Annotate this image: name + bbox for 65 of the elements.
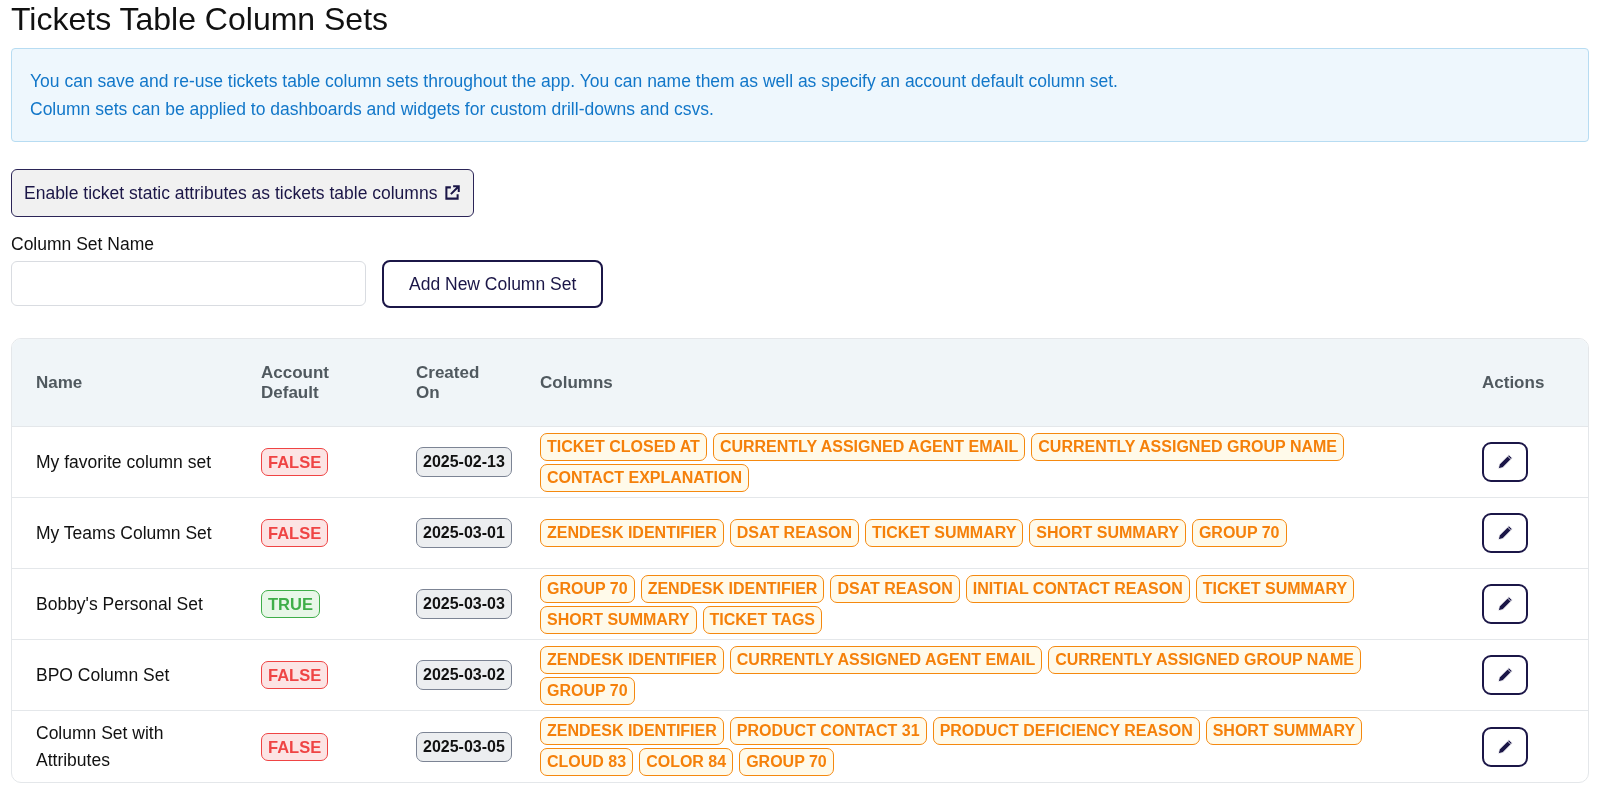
column-tag: PRODUCT CONTACT 31 (729, 717, 927, 745)
info-text: Column sets can be applied to dashboards and widgets for custom drill-downs and csvs. (30, 98, 715, 121)
column-tag: SHORT SUMMARY (1029, 519, 1186, 548)
edit-button[interactable] (1482, 513, 1528, 554)
column-tag: CURRENTLY ASSIGNED GROUP NAME (1031, 432, 1344, 461)
set-name: BPO Column Set (36, 664, 170, 688)
column-tag: GROUP 70 (739, 748, 834, 776)
date-badge: 2025-02-13 (416, 447, 512, 478)
column-tag: INITIAL CONTACT REASON (965, 574, 1190, 603)
set-name: My favorite column set (36, 451, 212, 475)
pencil-icon (1496, 666, 1514, 685)
column-tag: GROUP 70 (1191, 519, 1287, 548)
column-tag: TICKET TAGS (702, 605, 822, 634)
edit-button[interactable] (1482, 655, 1528, 696)
column-tag: ZENDESK IDENTIFIER (540, 717, 724, 745)
date-badge: 2025-03-05 (416, 731, 512, 762)
default-badge: FALSE (261, 448, 329, 477)
column-header: Created On (416, 362, 481, 403)
column-tag: TICKET SUMMARY (865, 519, 1024, 548)
external-link-icon (443, 184, 462, 203)
date-badge: 2025-03-03 (416, 589, 512, 620)
column-tag: CURRENTLY ASSIGNED AGENT EMAIL (712, 432, 1026, 461)
column-tag: CLOUD 83 (540, 748, 634, 776)
column-tag: TICKET CLOSED AT (540, 432, 707, 461)
default-badge: FALSE (261, 519, 329, 548)
info-text: You can save and re-use tickets table column sets throughout the app. You can name them as well as specify an account default column set. (30, 70, 1119, 93)
page-title: Tickets Table Column Sets (11, 0, 390, 38)
date-badge: 2025-03-01 (416, 518, 512, 549)
column-tag: CURRENTLY ASSIGNED AGENT EMAIL (729, 645, 1043, 674)
column-header: Columns (540, 372, 613, 393)
default-badge: FALSE (261, 732, 329, 761)
column-tag: ZENDESK IDENTIFIER (640, 574, 825, 603)
enable-attributes-button[interactable]: Enable ticket static attributes as tickets table columns (11, 169, 475, 218)
default-badge: FALSE (261, 661, 329, 690)
set-name: Bobby's Personal Set (36, 593, 203, 617)
column-tag: PRODUCT DEFICIENCY REASON (932, 717, 1200, 745)
pencil-icon (1496, 524, 1514, 543)
column-tag: ZENDESK IDENTIFIER (540, 645, 724, 674)
column-tag: TICKET SUMMARY (1195, 574, 1355, 603)
pencil-icon (1496, 737, 1514, 756)
column-tag: DSAT REASON (830, 574, 960, 603)
column-tag: SHORT SUMMARY (540, 605, 697, 634)
column-tag: CONTACT EXPLANATION (540, 463, 749, 492)
default-badge: TRUE (261, 590, 320, 619)
column-header: Name (36, 372, 83, 393)
column-tag: GROUP 70 (540, 676, 635, 705)
column-tag: ZENDESK IDENTIFIER (540, 519, 724, 548)
set-name: Column Set with Attributes (36, 722, 165, 772)
column-set-name-field[interactable] (11, 261, 366, 307)
column-tag: SHORT SUMMARY (1205, 717, 1363, 745)
field-label: Column Set Name (11, 233, 155, 257)
edit-button[interactable] (1482, 442, 1528, 483)
column-tag: DSAT REASON (729, 519, 860, 548)
set-name: My Teams Column Set (36, 522, 212, 546)
pencil-icon (1496, 595, 1514, 614)
column-tag: COLOR 84 (639, 748, 734, 776)
edit-button[interactable] (1482, 726, 1528, 767)
add-column-set-button[interactable]: Add New Column Set (382, 259, 604, 308)
edit-button[interactable] (1482, 584, 1528, 625)
date-badge: 2025-03-02 (416, 660, 512, 691)
column-header: Account Default (261, 362, 330, 403)
column-header: Actions (1482, 372, 1545, 393)
column-tag: CURRENTLY ASSIGNED GROUP NAME (1048, 645, 1361, 674)
pencil-icon (1496, 453, 1514, 472)
column-tag: GROUP 70 (540, 574, 635, 603)
